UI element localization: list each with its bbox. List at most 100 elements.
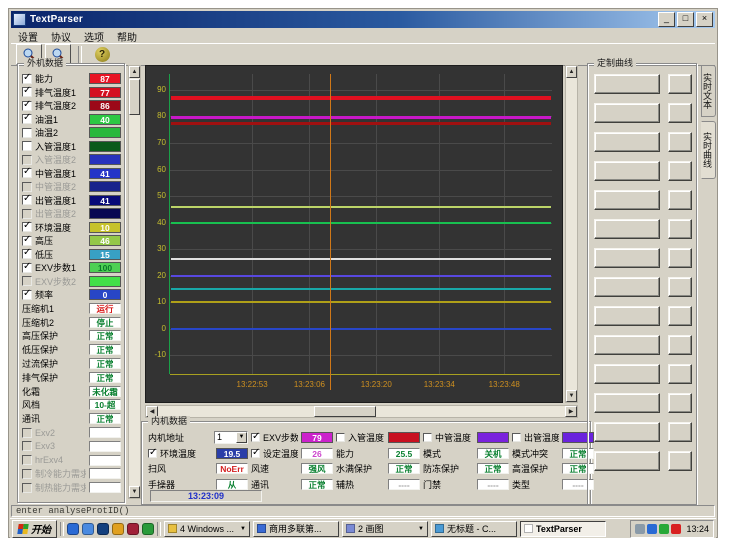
taskbar-window-button[interactable]: 无标题 - C... <box>431 521 517 537</box>
dropdown-arrow-icon[interactable]: ▼ <box>236 432 247 443</box>
chart-vscrollbar[interactable]: ▲ ▼ <box>565 65 578 403</box>
checkbox[interactable] <box>22 263 32 273</box>
scroll-up-icon[interactable]: ▲ <box>129 66 140 78</box>
mail-icon[interactable] <box>82 523 94 535</box>
custom-curve-button[interactable] <box>594 451 660 471</box>
checkbox[interactable] <box>251 433 260 442</box>
series-line <box>171 288 551 290</box>
minimize-button[interactable]: _ <box>658 12 675 27</box>
custom-curve-row <box>594 74 692 94</box>
curve-color-button[interactable] <box>668 219 692 239</box>
start-button[interactable]: 开始 <box>12 520 57 538</box>
tray-icon-3[interactable] <box>659 524 669 534</box>
curve-color-button[interactable] <box>668 364 692 384</box>
checkbox[interactable] <box>22 114 32 124</box>
tray-icon-2[interactable] <box>647 524 657 534</box>
outdoor-panel: 外机数据 能力87排气温度177排气温度286油温140油温2入管温度1入管温度… <box>17 61 143 505</box>
close-button[interactable]: × <box>696 12 713 27</box>
checkbox[interactable] <box>22 290 32 300</box>
checkbox[interactable] <box>22 141 32 151</box>
app-icon <box>13 13 26 26</box>
taskbar-window-button[interactable]: TextParser <box>520 521 606 537</box>
custom-curve-button[interactable] <box>594 190 660 210</box>
media-icon[interactable] <box>112 523 124 535</box>
custom-curve-button[interactable] <box>594 335 660 355</box>
checkbox[interactable] <box>22 222 32 232</box>
maximize-button[interactable]: □ <box>677 12 694 27</box>
checkbox[interactable] <box>423 433 432 442</box>
checkbox[interactable] <box>22 74 32 84</box>
outdoor-item: 入管温度1 <box>22 140 121 154</box>
scrollbar-thumb[interactable] <box>314 406 376 417</box>
tray-icon-4[interactable] <box>671 524 681 534</box>
custom-curve-button[interactable] <box>594 103 660 123</box>
tab-realtime-curve[interactable]: 实时曲线 <box>701 121 716 179</box>
custom-curve-button[interactable] <box>594 161 660 181</box>
taskbar-window-button[interactable]: 商用多联第... <box>253 521 339 537</box>
app-window: TextParser _ □ × 设置协议选项帮助 ? 外机数据 能力87排气温… <box>8 8 718 538</box>
curve-color-button[interactable] <box>668 393 692 413</box>
curve-color-button[interactable] <box>668 74 692 94</box>
curve-color-button[interactable] <box>668 103 692 123</box>
checkbox[interactable] <box>336 433 345 442</box>
checkbox[interactable] <box>22 101 32 111</box>
custom-curve-button[interactable] <box>594 364 660 384</box>
browser-icon[interactable] <box>67 523 79 535</box>
outdoor-scrollbar[interactable]: ▲ ▼ <box>128 65 141 499</box>
curve-color-button[interactable] <box>668 132 692 152</box>
messenger-icon[interactable] <box>97 523 109 535</box>
checkbox[interactable] <box>22 236 32 246</box>
curve-color-button[interactable] <box>668 451 692 471</box>
scroll-down-icon[interactable]: ▼ <box>129 486 140 498</box>
custom-curve-button[interactable] <box>594 248 660 268</box>
curve-color-button[interactable] <box>668 248 692 268</box>
checkbox[interactable] <box>22 195 32 205</box>
checkbox[interactable] <box>251 449 260 458</box>
taskbar-window-button[interactable]: 4 Windows ...▼ <box>164 521 250 537</box>
checkbox[interactable] <box>22 168 32 178</box>
menu-item[interactable]: 选项 <box>84 29 104 44</box>
scroll-right-icon[interactable]: ▶ <box>565 406 577 417</box>
custom-curve-button[interactable] <box>594 74 660 94</box>
custom-curve-row <box>594 103 692 123</box>
custom-curve-button[interactable] <box>594 132 660 152</box>
curve-color-button[interactable] <box>668 422 692 442</box>
curve-color-button[interactable] <box>668 161 692 181</box>
checkbox[interactable] <box>22 128 32 138</box>
chart-hscrollbar[interactable]: ◀ ▶ <box>145 405 578 418</box>
outdoor-item-label: Exv3 <box>35 441 86 451</box>
taskbar-window-button[interactable]: 2 画图▼ <box>342 521 428 537</box>
curve-color-button[interactable] <box>668 335 692 355</box>
menu-item[interactable]: 协议 <box>51 29 71 44</box>
curve-color-button[interactable] <box>668 306 692 326</box>
custom-curve-button[interactable] <box>594 277 660 297</box>
indoor-group: EXV步数79设定温度26风速强风通讯正常 <box>251 430 333 492</box>
update-icon[interactable] <box>142 523 154 535</box>
y-tick-label: 50 <box>146 191 166 200</box>
checkbox[interactable] <box>148 449 157 458</box>
custom-curve-button[interactable] <box>594 393 660 413</box>
menu-item[interactable]: 帮助 <box>117 29 137 44</box>
outdoor-item-label: 排气温度2 <box>35 99 86 112</box>
scrollbar-thumb[interactable] <box>129 79 140 115</box>
indoor-value: 正常 <box>301 479 333 490</box>
tab-realtime-text[interactable]: 实时文本 <box>701 65 716 117</box>
status-value: 正常 <box>89 344 121 355</box>
curve-color-button[interactable] <box>668 277 692 297</box>
tray-icon-1[interactable] <box>635 524 645 534</box>
outdoor-item-value: 41 <box>89 168 121 179</box>
checkbox[interactable] <box>512 433 521 442</box>
custom-curve-button[interactable] <box>594 219 660 239</box>
curve-color-button[interactable] <box>668 190 692 210</box>
menu-item[interactable]: 设置 <box>18 29 38 44</box>
security-icon[interactable] <box>127 523 139 535</box>
unit-address-select[interactable]: 1▼ <box>214 431 248 444</box>
indoor-row: 模式关机 <box>423 446 509 462</box>
indoor-row: 水满保护正常 <box>336 461 420 477</box>
checkbox[interactable] <box>22 87 32 97</box>
custom-curve-button[interactable] <box>594 306 660 326</box>
scroll-up-icon[interactable]: ▲ <box>566 66 577 78</box>
custom-curve-button[interactable] <box>594 422 660 442</box>
scroll-down-icon[interactable]: ▼ <box>566 390 577 402</box>
checkbox[interactable] <box>22 249 32 259</box>
